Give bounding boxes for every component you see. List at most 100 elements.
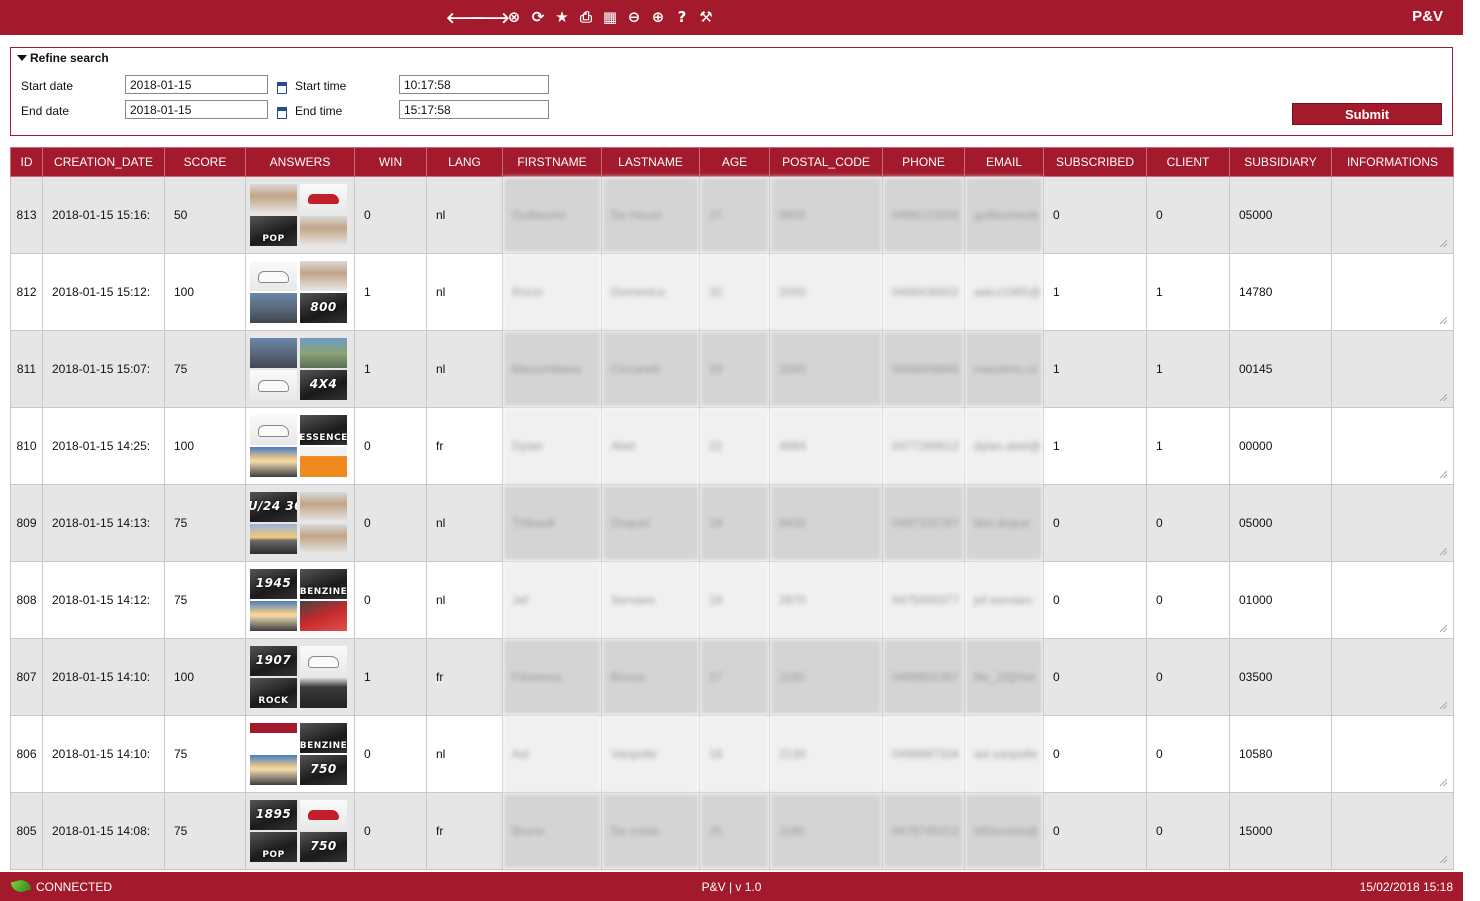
zoom-in-icon[interactable]: ⊕ xyxy=(647,6,669,28)
table-row[interactable]: 807 2018-01-15 14:10: 100 1907 ROCK 1 fr Filome… xyxy=(10,638,1454,716)
cell-id: 805 xyxy=(10,792,43,870)
answer-image-caption: 4X4 xyxy=(309,377,338,391)
answer-image xyxy=(300,447,347,477)
car-icon xyxy=(258,271,289,283)
cell-informations[interactable] xyxy=(1331,176,1454,254)
resize-handle-icon[interactable] xyxy=(1440,548,1447,555)
cell-client: 1 xyxy=(1146,407,1230,485)
refresh-icon[interactable]: ⟳ xyxy=(527,6,549,28)
answer-image-caption: BENZINE xyxy=(300,741,347,751)
column-header-win[interactable]: WIN xyxy=(354,147,427,177)
favorite-icon[interactable]: ★ xyxy=(551,6,573,28)
column-header-phone[interactable]: PHONE xyxy=(882,147,965,177)
table-row[interactable]: 811 2018-01-15 15:07: 75 4X4 1 nl Massimiliano… xyxy=(10,330,1454,408)
answer-image xyxy=(300,216,347,246)
end-date-input[interactable]: 2018-01-15 xyxy=(125,100,268,119)
cell-email: tibo.duque xyxy=(964,484,1044,562)
calendar-icon[interactable] xyxy=(277,107,287,119)
resize-handle-icon[interactable] xyxy=(1440,471,1447,478)
column-header-answers[interactable]: ANSWERS xyxy=(245,147,355,177)
car-icon xyxy=(308,810,339,820)
answer-image-caption: POP xyxy=(262,234,285,244)
column-header-subsidiary[interactable]: SUBSIDIARY xyxy=(1229,147,1332,177)
table-row[interactable]: 805 2018-01-15 14:08: 75 1895 POP 750 0 fr Bruno… xyxy=(10,792,1454,870)
calendar-icon[interactable] xyxy=(277,82,287,94)
answer-image: 800 xyxy=(300,293,347,323)
table-row[interactable]: 806 2018-01-15 14:10: 75 BENZINE 750 0 nl Axl Va… xyxy=(10,715,1454,793)
cell-phone: 0498123000 xyxy=(882,176,965,254)
zoom-out-icon[interactable]: ⊖ xyxy=(623,6,645,28)
table-row[interactable]: 813 2018-01-15 15:16: 50 POP 0 nl Guillaume De … xyxy=(10,176,1454,254)
column-header-firstname[interactable]: FIRSTNAME xyxy=(502,147,602,177)
print-icon[interactable]: ⎙ xyxy=(575,6,597,28)
cell-informations[interactable] xyxy=(1331,715,1454,793)
cell-email: jef.servaes xyxy=(964,561,1044,639)
column-header-informations[interactable]: INFORMATIONS xyxy=(1331,147,1454,177)
app-version: P&V | v 1.0 xyxy=(701,880,762,894)
resize-handle-icon[interactable] xyxy=(1440,240,1447,247)
cell-postal: 1180 xyxy=(769,638,883,716)
cell-informations[interactable] xyxy=(1331,330,1454,408)
cell-subscribed: 1 xyxy=(1043,253,1147,331)
cell-informations[interactable] xyxy=(1331,484,1454,562)
forward-icon[interactable]: 🡒 xyxy=(470,6,510,28)
cell-subsidiary: 15000 xyxy=(1229,792,1332,870)
submit-button[interactable]: Submit xyxy=(1292,103,1442,125)
cell-answers: 24U/24 30/7 xyxy=(245,484,355,562)
cell-informations[interactable] xyxy=(1331,561,1454,639)
cell-lang: nl xyxy=(426,330,503,408)
cell-score: 75 xyxy=(164,561,246,639)
cell-informations[interactable] xyxy=(1331,792,1454,870)
column-header-postal-code[interactable]: POSTAL_CODE xyxy=(769,147,883,177)
status-datetime: 15/02/2018 15:18 xyxy=(1359,880,1453,894)
column-header-score[interactable]: SCORE xyxy=(164,147,246,177)
cell-informations[interactable] xyxy=(1331,407,1454,485)
column-header-client[interactable]: CLIENT xyxy=(1146,147,1230,177)
answer-thumbnails: 1945 BENZINE xyxy=(250,569,350,631)
excel-export-icon[interactable]: ▦ xyxy=(599,6,621,28)
table-row[interactable]: 810 2018-01-15 14:25: 100 ESSENCE 0 fr Dylan Ab… xyxy=(10,407,1454,485)
cell-informations[interactable] xyxy=(1331,253,1454,331)
cell-win: 1 xyxy=(354,330,427,408)
answer-image xyxy=(300,184,347,214)
table-row[interactable]: 8092018-01-15 14:13:7524U/24 30/70nlThib… xyxy=(10,484,1454,562)
resize-handle-icon[interactable] xyxy=(1440,625,1447,632)
column-header-creation-date[interactable]: CREATION_DATE xyxy=(42,147,165,177)
resize-handle-icon[interactable] xyxy=(1440,702,1447,709)
start-time-input[interactable]: 10:17:58 xyxy=(399,75,549,94)
resize-handle-icon[interactable] xyxy=(1440,317,1447,324)
cell-phone: 0489801367 xyxy=(882,638,965,716)
start-date-label: Start date xyxy=(21,79,74,93)
resize-handle-icon[interactable] xyxy=(1440,779,1447,786)
cell-firstname: Guillaume xyxy=(502,176,602,254)
answer-image-caption: ESSENCE xyxy=(300,433,347,443)
end-time-input[interactable]: 15:17:58 xyxy=(399,100,549,119)
answer-image xyxy=(250,338,297,368)
answer-image xyxy=(250,415,297,445)
cell-win: 1 xyxy=(354,638,427,716)
refine-search-toggle[interactable]: Refine search xyxy=(17,51,109,65)
tools-icon[interactable]: ⚒ xyxy=(695,6,717,28)
table-row[interactable]: 812 2018-01-15 15:12: 100 800 1 nl Rocio Domeni… xyxy=(10,253,1454,331)
column-header-lastname[interactable]: LASTNAME xyxy=(601,147,700,177)
table-row[interactable]: 808 2018-01-15 14:12: 75 1945 BENZINE 0 nl Jef S… xyxy=(10,561,1454,639)
cell-lang: fr xyxy=(426,407,503,485)
resize-handle-icon[interactable] xyxy=(1440,856,1447,863)
cell-informations[interactable] xyxy=(1331,638,1454,716)
cell-subscribed: 1 xyxy=(1043,407,1147,485)
column-header-email[interactable]: EMAIL xyxy=(964,147,1044,177)
resize-handle-icon[interactable] xyxy=(1440,394,1447,401)
cell-score: 100 xyxy=(164,638,246,716)
start-date-input[interactable]: 2018-01-15 xyxy=(125,75,268,94)
column-header-subscribed[interactable]: SUBSCRIBED xyxy=(1043,147,1147,177)
cell-client: 1 xyxy=(1146,253,1230,331)
cell-lastname: Bossa xyxy=(601,638,700,716)
help-icon[interactable]: ? xyxy=(671,6,693,28)
stop-icon[interactable]: ⊗ xyxy=(503,6,525,28)
cell-lastname: Vanpolle xyxy=(601,715,700,793)
answer-thumbnails: 1907 ROCK xyxy=(250,646,350,708)
cell-win: 0 xyxy=(354,715,427,793)
column-header-age[interactable]: AGE xyxy=(699,147,770,177)
column-header-id[interactable]: ID xyxy=(10,147,43,177)
column-header-lang[interactable]: LANG xyxy=(426,147,503,177)
